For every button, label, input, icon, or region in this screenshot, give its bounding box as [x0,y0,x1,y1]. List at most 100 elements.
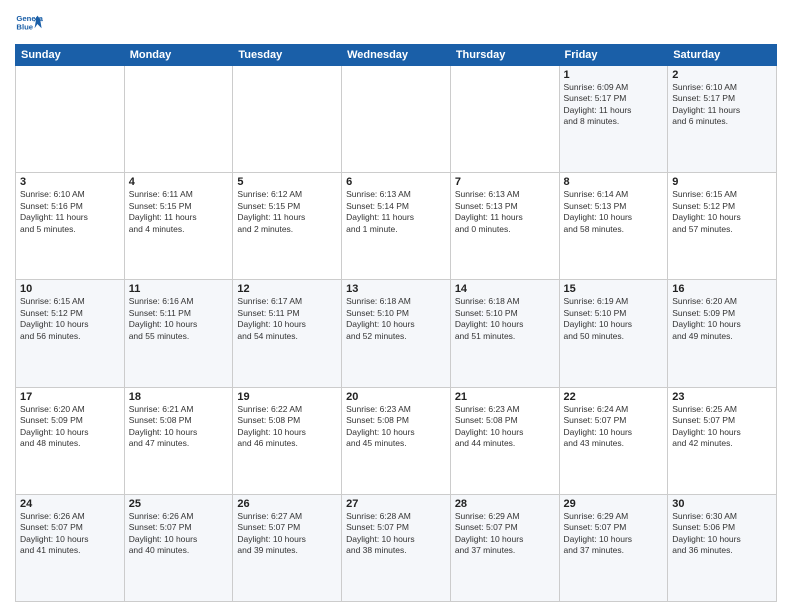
day-cell-17: 17Sunrise: 6:20 AM Sunset: 5:09 PM Dayli… [16,387,125,494]
empty-cell [124,66,233,173]
day-number: 1 [564,69,664,81]
day-number: 6 [346,176,446,188]
day-number: 14 [455,283,555,295]
empty-cell [342,66,451,173]
weekday-header-saturday: Saturday [668,45,777,66]
day-number: 23 [672,391,772,403]
day-info: Sunrise: 6:10 AM Sunset: 5:17 PM Dayligh… [672,82,772,128]
logo: General Blue [15,10,43,38]
header: General Blue [15,10,777,38]
day-info: Sunrise: 6:29 AM Sunset: 5:07 PM Dayligh… [455,511,555,557]
day-info: Sunrise: 6:12 AM Sunset: 5:15 PM Dayligh… [237,189,337,235]
empty-cell [450,66,559,173]
day-info: Sunrise: 6:17 AM Sunset: 5:11 PM Dayligh… [237,296,337,342]
day-cell-10: 10Sunrise: 6:15 AM Sunset: 5:12 PM Dayli… [16,280,125,387]
day-number: 19 [237,391,337,403]
day-info: Sunrise: 6:24 AM Sunset: 5:07 PM Dayligh… [564,404,664,450]
day-info: Sunrise: 6:14 AM Sunset: 5:13 PM Dayligh… [564,189,664,235]
day-info: Sunrise: 6:26 AM Sunset: 5:07 PM Dayligh… [129,511,229,557]
day-number: 15 [564,283,664,295]
day-cell-24: 24Sunrise: 6:26 AM Sunset: 5:07 PM Dayli… [16,494,125,601]
day-number: 24 [20,498,120,510]
logo-icon: General Blue [15,10,43,38]
day-number: 20 [346,391,446,403]
day-info: Sunrise: 6:23 AM Sunset: 5:08 PM Dayligh… [455,404,555,450]
day-number: 30 [672,498,772,510]
week-row-1: 1Sunrise: 6:09 AM Sunset: 5:17 PM Daylig… [16,66,777,173]
week-row-2: 3Sunrise: 6:10 AM Sunset: 5:16 PM Daylig… [16,173,777,280]
day-cell-27: 27Sunrise: 6:28 AM Sunset: 5:07 PM Dayli… [342,494,451,601]
day-cell-14: 14Sunrise: 6:18 AM Sunset: 5:10 PM Dayli… [450,280,559,387]
page: General Blue SundayMondayTuesdayWednesda… [0,0,792,612]
empty-cell [16,66,125,173]
weekday-header-tuesday: Tuesday [233,45,342,66]
day-cell-23: 23Sunrise: 6:25 AM Sunset: 5:07 PM Dayli… [668,387,777,494]
day-info: Sunrise: 6:18 AM Sunset: 5:10 PM Dayligh… [455,296,555,342]
day-cell-15: 15Sunrise: 6:19 AM Sunset: 5:10 PM Dayli… [559,280,668,387]
day-info: Sunrise: 6:19 AM Sunset: 5:10 PM Dayligh… [564,296,664,342]
week-row-5: 24Sunrise: 6:26 AM Sunset: 5:07 PM Dayli… [16,494,777,601]
week-row-3: 10Sunrise: 6:15 AM Sunset: 5:12 PM Dayli… [16,280,777,387]
day-number: 25 [129,498,229,510]
day-number: 21 [455,391,555,403]
day-number: 11 [129,283,229,295]
day-number: 18 [129,391,229,403]
day-info: Sunrise: 6:13 AM Sunset: 5:14 PM Dayligh… [346,189,446,235]
day-info: Sunrise: 6:26 AM Sunset: 5:07 PM Dayligh… [20,511,120,557]
day-info: Sunrise: 6:29 AM Sunset: 5:07 PM Dayligh… [564,511,664,557]
day-cell-28: 28Sunrise: 6:29 AM Sunset: 5:07 PM Dayli… [450,494,559,601]
weekday-header-wednesday: Wednesday [342,45,451,66]
day-info: Sunrise: 6:20 AM Sunset: 5:09 PM Dayligh… [672,296,772,342]
calendar-table: SundayMondayTuesdayWednesdayThursdayFrid… [15,44,777,602]
day-number: 13 [346,283,446,295]
weekday-header-sunday: Sunday [16,45,125,66]
day-cell-19: 19Sunrise: 6:22 AM Sunset: 5:08 PM Dayli… [233,387,342,494]
weekday-header-friday: Friday [559,45,668,66]
day-cell-18: 18Sunrise: 6:21 AM Sunset: 5:08 PM Dayli… [124,387,233,494]
day-info: Sunrise: 6:27 AM Sunset: 5:07 PM Dayligh… [237,511,337,557]
day-cell-16: 16Sunrise: 6:20 AM Sunset: 5:09 PM Dayli… [668,280,777,387]
day-cell-9: 9Sunrise: 6:15 AM Sunset: 5:12 PM Daylig… [668,173,777,280]
day-info: Sunrise: 6:30 AM Sunset: 5:06 PM Dayligh… [672,511,772,557]
day-number: 17 [20,391,120,403]
day-number: 8 [564,176,664,188]
day-cell-5: 5Sunrise: 6:12 AM Sunset: 5:15 PM Daylig… [233,173,342,280]
day-info: Sunrise: 6:18 AM Sunset: 5:10 PM Dayligh… [346,296,446,342]
day-info: Sunrise: 6:13 AM Sunset: 5:13 PM Dayligh… [455,189,555,235]
day-number: 16 [672,283,772,295]
day-cell-12: 12Sunrise: 6:17 AM Sunset: 5:11 PM Dayli… [233,280,342,387]
day-cell-25: 25Sunrise: 6:26 AM Sunset: 5:07 PM Dayli… [124,494,233,601]
weekday-header-thursday: Thursday [450,45,559,66]
day-cell-6: 6Sunrise: 6:13 AM Sunset: 5:14 PM Daylig… [342,173,451,280]
day-number: 27 [346,498,446,510]
day-cell-13: 13Sunrise: 6:18 AM Sunset: 5:10 PM Dayli… [342,280,451,387]
day-info: Sunrise: 6:15 AM Sunset: 5:12 PM Dayligh… [672,189,772,235]
day-cell-8: 8Sunrise: 6:14 AM Sunset: 5:13 PM Daylig… [559,173,668,280]
day-number: 9 [672,176,772,188]
day-info: Sunrise: 6:25 AM Sunset: 5:07 PM Dayligh… [672,404,772,450]
day-number: 2 [672,69,772,81]
day-number: 3 [20,176,120,188]
day-cell-11: 11Sunrise: 6:16 AM Sunset: 5:11 PM Dayli… [124,280,233,387]
day-cell-1: 1Sunrise: 6:09 AM Sunset: 5:17 PM Daylig… [559,66,668,173]
day-info: Sunrise: 6:15 AM Sunset: 5:12 PM Dayligh… [20,296,120,342]
day-cell-29: 29Sunrise: 6:29 AM Sunset: 5:07 PM Dayli… [559,494,668,601]
day-info: Sunrise: 6:28 AM Sunset: 5:07 PM Dayligh… [346,511,446,557]
day-info: Sunrise: 6:21 AM Sunset: 5:08 PM Dayligh… [129,404,229,450]
day-cell-7: 7Sunrise: 6:13 AM Sunset: 5:13 PM Daylig… [450,173,559,280]
weekday-header-row: SundayMondayTuesdayWednesdayThursdayFrid… [16,45,777,66]
week-row-4: 17Sunrise: 6:20 AM Sunset: 5:09 PM Dayli… [16,387,777,494]
day-number: 26 [237,498,337,510]
day-number: 28 [455,498,555,510]
day-cell-22: 22Sunrise: 6:24 AM Sunset: 5:07 PM Dayli… [559,387,668,494]
day-number: 12 [237,283,337,295]
day-number: 7 [455,176,555,188]
day-info: Sunrise: 6:09 AM Sunset: 5:17 PM Dayligh… [564,82,664,128]
day-info: Sunrise: 6:10 AM Sunset: 5:16 PM Dayligh… [20,189,120,235]
day-cell-3: 3Sunrise: 6:10 AM Sunset: 5:16 PM Daylig… [16,173,125,280]
day-cell-26: 26Sunrise: 6:27 AM Sunset: 5:07 PM Dayli… [233,494,342,601]
day-cell-21: 21Sunrise: 6:23 AM Sunset: 5:08 PM Dayli… [450,387,559,494]
weekday-header-monday: Monday [124,45,233,66]
day-cell-30: 30Sunrise: 6:30 AM Sunset: 5:06 PM Dayli… [668,494,777,601]
day-number: 22 [564,391,664,403]
